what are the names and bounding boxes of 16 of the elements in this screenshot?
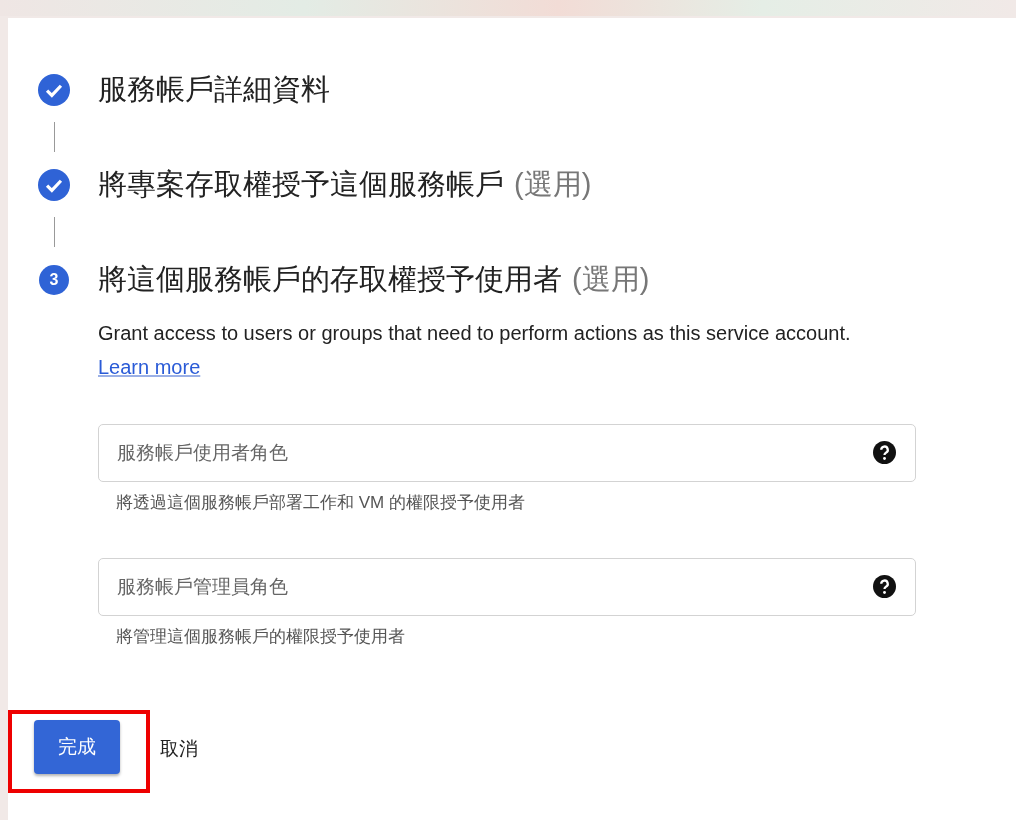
description-text: Grant access to users or groups that need to perform actions as this service account. Learn more (98, 321, 852, 380)
step-title: 將專案存取權授予這個服務帳戶 (98, 167, 504, 202)
field-hint: 將透過這個服務帳戶部署工作和 VM 的權限授予使用者 (116, 492, 526, 514)
step-title: 將這個服務帳戶的存取權授予使用者 (98, 262, 562, 297)
optional-label: (選用) (572, 262, 650, 297)
role-field[interactable]: 服務帳戶使用者角色 (98, 424, 916, 482)
field-hint: 將管理這個服務帳戶的權限授予使用者 (116, 626, 406, 648)
done-button[interactable]: 完成 (34, 720, 120, 774)
learn-more-link[interactable]: Learn more (98, 356, 201, 378)
step-title: 服務帳戶詳細資料 (98, 72, 330, 107)
role-field[interactable]: 服務帳戶管理員角色 (98, 558, 916, 616)
cancel-button[interactable]: 取消 (160, 735, 198, 762)
help-icon[interactable] (873, 575, 896, 598)
help-icon[interactable] (873, 441, 896, 464)
optional-label: (選用) (514, 167, 592, 202)
step-number: 3 (39, 265, 69, 295)
